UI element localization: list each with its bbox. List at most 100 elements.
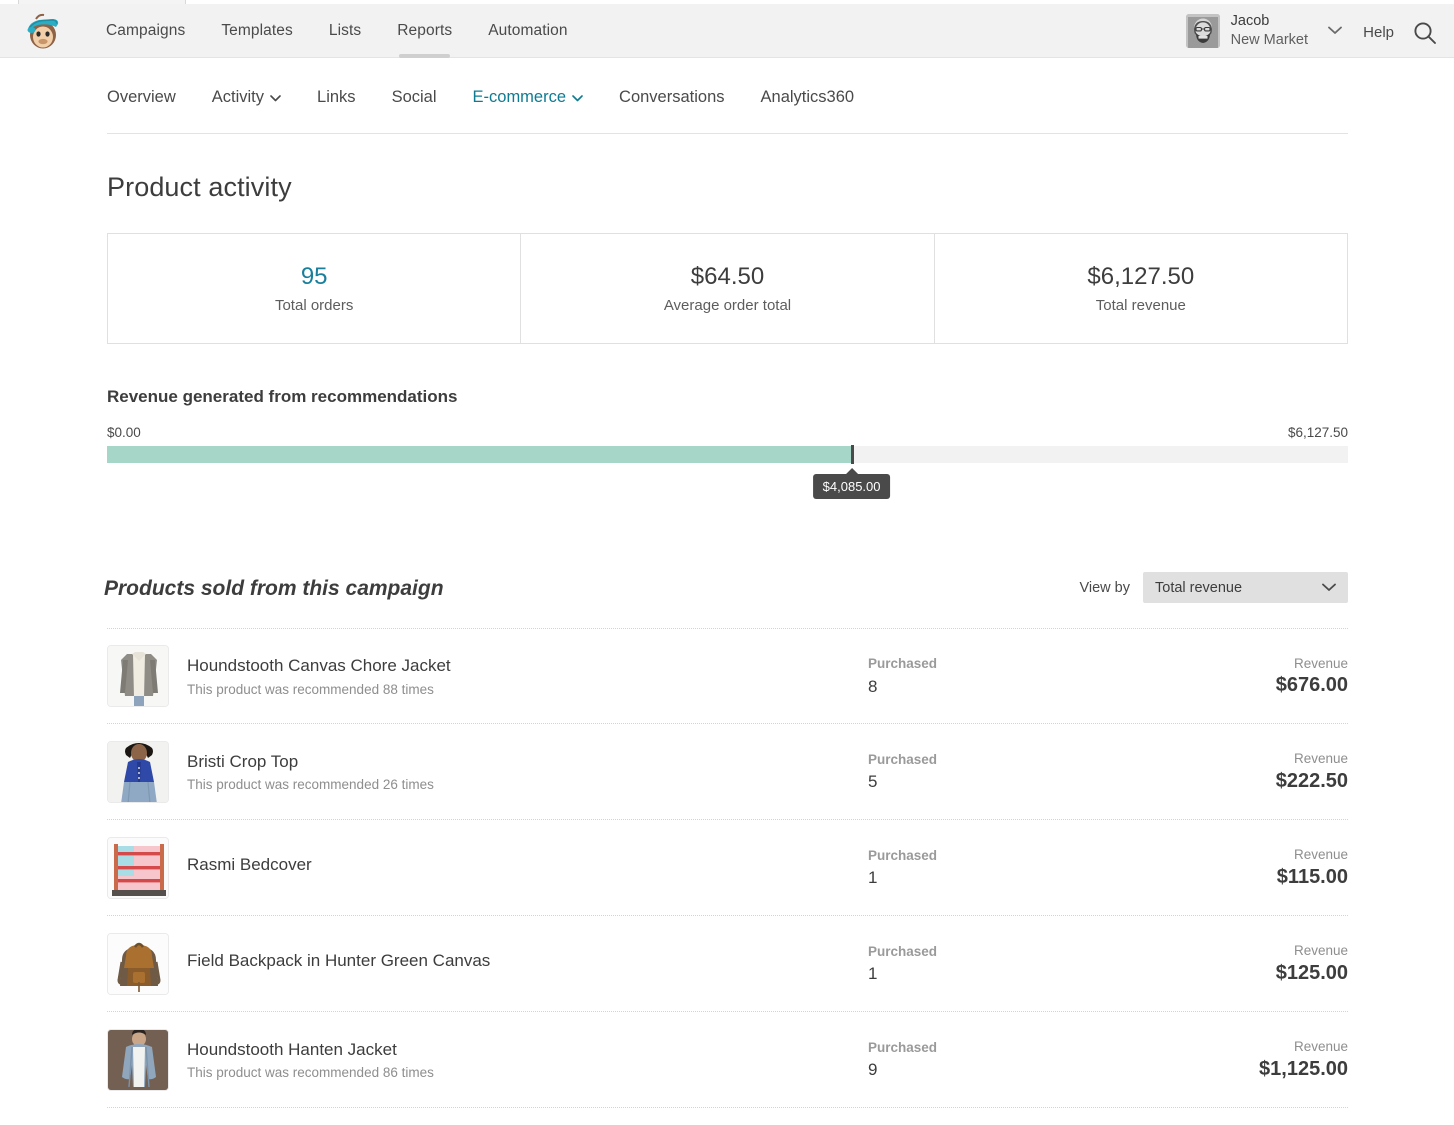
tab-social[interactable]: Social	[392, 88, 437, 107]
purchased-column: Purchased 1	[868, 847, 1098, 889]
purchased-value: 9	[868, 1060, 1098, 1080]
table-row[interactable]: Bristi Crop Top This product was recomme…	[107, 724, 1348, 820]
revenue-value: $676.00	[1098, 674, 1348, 697]
revenue-header: Revenue	[1098, 942, 1348, 961]
user-account-menu[interactable]: Jacob New Market	[1186, 12, 1342, 49]
stat-total-orders-label: Total orders	[275, 297, 353, 314]
product-info: Field Backpack in Hunter Green Canvas	[187, 950, 868, 977]
revenue-column: Revenue $115.00	[1098, 846, 1348, 889]
tab-activity[interactable]: Activity	[212, 88, 281, 107]
tab-ecommerce[interactable]: E-commerce	[473, 88, 584, 107]
purchased-header: Purchased	[868, 943, 1098, 962]
global-navigation-bar: Campaigns Templates Lists Reports Automa…	[0, 4, 1454, 58]
product-recommendation-count: 26 times	[383, 777, 434, 792]
tab-conversations-label: Conversations	[619, 88, 724, 107]
purchased-header: Purchased	[868, 655, 1098, 674]
revenue-progress-marker	[851, 445, 854, 464]
table-row[interactable]: Houndstooth Hanten Jacket This product w…	[107, 1012, 1348, 1108]
purchased-header: Purchased	[868, 1039, 1098, 1058]
product-recommendation-count: 88 times	[383, 682, 434, 697]
revenue-header: Revenue	[1098, 846, 1348, 865]
product-info: Houndstooth Hanten Jacket This product w…	[187, 1039, 868, 1081]
user-name: Jacob	[1231, 12, 1308, 31]
product-photo-gray-chore-jacket	[107, 645, 169, 707]
product-photo-blue-hanten-jacket	[107, 1029, 169, 1091]
tab-links[interactable]: Links	[317, 88, 356, 107]
stat-average-order-total-value: $64.50	[691, 263, 764, 292]
tab-links-label: Links	[317, 88, 356, 107]
product-recommendation-prefix: This product was recommended	[187, 1065, 383, 1080]
user-identity: Jacob New Market	[1231, 12, 1308, 49]
report-tab-bar: Overview Activity Links Social E-commerc…	[107, 88, 1348, 134]
revenue-column: Revenue $1,125.00	[1098, 1038, 1348, 1081]
nav-item-reports[interactable]: Reports	[397, 4, 452, 58]
tab-conversations[interactable]: Conversations	[619, 88, 724, 107]
purchased-value: 1	[868, 964, 1098, 984]
stat-average-order-total-label: Average order total	[664, 297, 791, 314]
stat-total-revenue: $6,127.50 Total revenue	[934, 234, 1347, 343]
user-org: New Market	[1231, 31, 1308, 50]
tab-overview-label: Overview	[107, 88, 176, 107]
product-photo-blue-crop-top	[107, 741, 169, 803]
stat-total-revenue-value: $6,127.50	[1087, 263, 1194, 292]
tab-ecommerce-label: E-commerce	[473, 88, 567, 107]
product-name: Bristi Crop Top	[187, 751, 868, 774]
product-info: Houndstooth Canvas Chore Jacket This pro…	[187, 655, 868, 697]
summary-stats-card: 95 Total orders $64.50 Average order tot…	[107, 233, 1348, 344]
products-sold-list: Houndstooth Canvas Chore Jacket This pro…	[107, 628, 1348, 1108]
stat-total-revenue-label: Total revenue	[1096, 297, 1186, 314]
stat-average-order-total: $64.50 Average order total	[520, 234, 933, 343]
user-photo-avatar	[1186, 14, 1220, 48]
view-by-control: View by Total revenue	[1079, 572, 1348, 603]
tab-analytics360[interactable]: Analytics360	[761, 88, 855, 107]
product-name: Houndstooth Hanten Jacket	[187, 1039, 868, 1062]
product-name: Rasmi Bedcover	[187, 854, 868, 877]
purchased-column: Purchased 1	[868, 943, 1098, 985]
mailchimp-freddie-logo[interactable]	[22, 10, 64, 52]
tab-activity-label: Activity	[212, 88, 264, 107]
tab-overview[interactable]: Overview	[107, 88, 176, 107]
purchased-value: 8	[868, 677, 1098, 697]
purchased-header: Purchased	[868, 751, 1098, 770]
view-by-label: View by	[1079, 580, 1130, 596]
revenue-value: $222.50	[1098, 770, 1348, 793]
table-row[interactable]: Field Backpack in Hunter Green Canvas Pu…	[107, 916, 1348, 1012]
nav-item-lists[interactable]: Lists	[329, 4, 361, 58]
revenue-progress-track	[107, 446, 1348, 463]
revenue-column: Revenue $125.00	[1098, 942, 1348, 985]
stat-total-orders: 95 Total orders	[108, 234, 520, 343]
view-by-select[interactable]: Total revenue	[1143, 572, 1348, 603]
product-photo-brown-backpack	[107, 933, 169, 995]
purchased-value: 5	[868, 772, 1098, 792]
revenue-column: Revenue $676.00	[1098, 655, 1348, 698]
revenue-column: Revenue $222.50	[1098, 750, 1348, 793]
product-name: Field Backpack in Hunter Green Canvas	[187, 950, 868, 973]
revenue-progress-tooltip: $4,085.00	[813, 474, 891, 499]
revenue-bar-title: Revenue generated from recommendations	[107, 387, 457, 407]
chevron-down-icon	[1322, 581, 1336, 595]
search-icon[interactable]	[1412, 20, 1438, 46]
products-section-heading: Products sold from this campaign	[104, 577, 444, 601]
revenue-progress-fill	[107, 446, 852, 463]
table-row[interactable]: Rasmi Bedcover Purchased 1 Revenue $115.…	[107, 820, 1348, 916]
product-recommendation-prefix: This product was recommended	[187, 682, 383, 697]
nav-item-automation[interactable]: Automation	[488, 4, 567, 58]
product-recommendation-note: This product was recommended 88 times	[187, 682, 868, 697]
stat-total-orders-value: 95	[301, 263, 328, 292]
help-link[interactable]: Help	[1363, 24, 1394, 41]
revenue-value: $125.00	[1098, 962, 1348, 985]
product-info: Bristi Crop Top This product was recomme…	[187, 751, 868, 793]
revenue-value: $1,125.00	[1098, 1058, 1348, 1081]
tab-analytics360-label: Analytics360	[761, 88, 855, 107]
purchased-column: Purchased 5	[868, 751, 1098, 793]
chevron-down-icon[interactable]	[1328, 23, 1342, 38]
table-row[interactable]: Houndstooth Canvas Chore Jacket This pro…	[107, 628, 1348, 724]
product-info: Rasmi Bedcover	[187, 854, 868, 881]
product-recommendation-count: 86 times	[383, 1065, 434, 1080]
purchased-column: Purchased 8	[868, 655, 1098, 697]
nav-item-templates[interactable]: Templates	[221, 4, 293, 58]
nav-item-campaigns[interactable]: Campaigns	[106, 4, 185, 58]
chevron-down-icon	[572, 93, 583, 105]
product-recommendation-note: This product was recommended 86 times	[187, 1065, 868, 1080]
page-title: Product activity	[107, 172, 292, 203]
